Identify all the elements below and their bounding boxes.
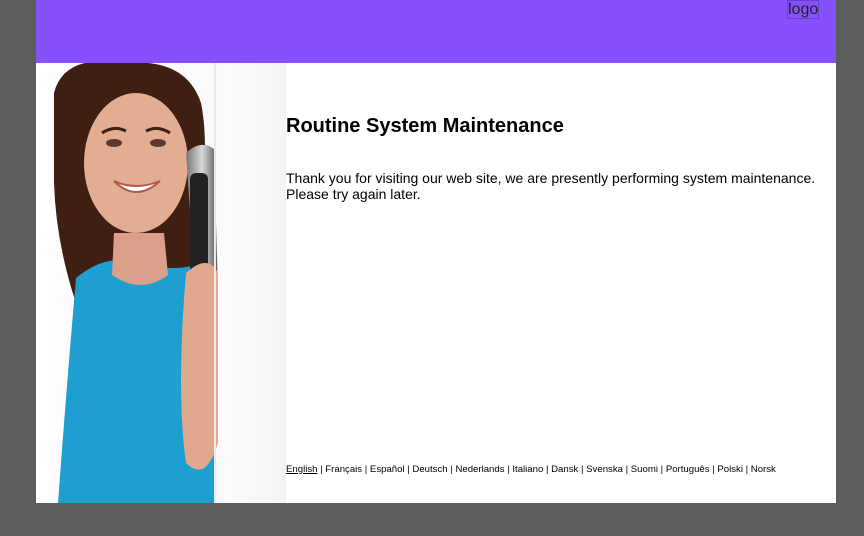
message-line-2: Please try again later. <box>286 186 421 202</box>
language-link-english[interactable]: English <box>286 464 317 475</box>
page-container: logo Routine System Maintenance Thank yo… <box>36 0 836 503</box>
language-link-nederlands[interactable]: Nederlands <box>455 464 504 475</box>
language-link-polski[interactable]: Polski <box>717 464 743 475</box>
language-link-svenska[interactable]: Svenska <box>586 464 623 475</box>
message-line-1: Thank you for visiting our web site, we … <box>286 170 816 186</box>
language-separator: | <box>578 464 587 475</box>
hero-photo <box>36 63 286 503</box>
site-header: logo <box>36 0 836 63</box>
language-separator: | <box>742 464 751 475</box>
language-link-español[interactable]: Español <box>370 464 405 475</box>
language-link-norsk[interactable]: Norsk <box>751 464 776 475</box>
language-link-dansk[interactable]: Dansk <box>551 464 578 475</box>
language-link-deutsch[interactable]: Deutsch <box>412 464 447 475</box>
woman-with-phone-illustration <box>54 63 286 503</box>
language-separator: | <box>362 464 370 475</box>
site-logo[interactable]: logo <box>787 0 819 19</box>
language-link-suomi[interactable]: Suomi <box>631 464 658 475</box>
language-link-français[interactable]: Français <box>325 464 362 475</box>
language-selector: English | Français | Español | Deutsch |… <box>286 464 834 475</box>
page-title: Routine System Maintenance <box>286 115 564 137</box>
maintenance-message: Thank you for visiting our web site, we … <box>286 170 831 202</box>
language-separator: | <box>657 464 666 475</box>
main-content: Routine System Maintenance Thank you for… <box>286 63 836 503</box>
language-separator: | <box>543 464 552 475</box>
language-separator: | <box>622 464 631 475</box>
language-link-português[interactable]: Português <box>666 464 710 475</box>
language-link-italiano[interactable]: Italiano <box>512 464 543 475</box>
